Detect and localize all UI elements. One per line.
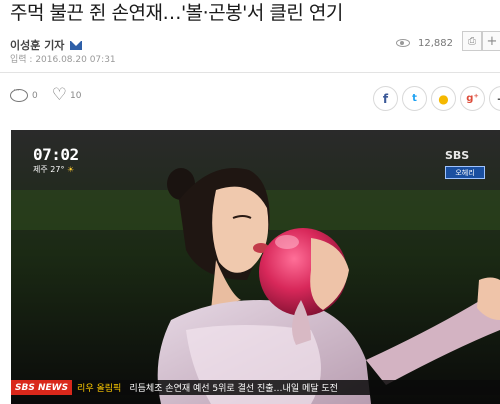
share-kakaostory-button[interactable]: ●: [431, 86, 456, 111]
more-icon: +: [496, 92, 500, 106]
news-ticker: SBS NEWS 리우 올림픽 리듬체조 손연재 예선 5위로 결선 진출…내일…: [11, 380, 500, 395]
comment-count[interactable]: 0: [32, 91, 38, 101]
video-player[interactable]: 07:02 제주 27° ☀ SBS 오헤리 SBS NEWS 리우 올림픽 리…: [11, 130, 500, 404]
video-frame-image: [11, 130, 500, 404]
view-count: 12,882: [396, 36, 453, 50]
broadcast-clock: 07:02: [33, 145, 79, 164]
weather-readout: 제주 27° ☀: [33, 164, 74, 175]
kakao-icon: ●: [438, 91, 449, 106]
twitter-icon: t: [412, 93, 417, 104]
sbs-logo: SBS: [445, 149, 470, 162]
print-button[interactable]: ⎙: [462, 31, 482, 51]
mail-icon[interactable]: [70, 40, 83, 50]
reaction-bar: 0 ♡ 10: [10, 86, 81, 104]
publish-date: 입력 : 2016.08.20 07:31: [10, 55, 116, 65]
weather-text: 제주 27°: [33, 165, 65, 174]
byline: 이성훈 기자: [10, 37, 83, 53]
like-count[interactable]: 10: [70, 91, 81, 101]
share-twitter-button[interactable]: t: [402, 86, 427, 111]
share-google-button[interactable]: g⁺: [460, 86, 485, 111]
divider: [0, 72, 500, 73]
plus-icon: +: [486, 33, 498, 49]
reporter-name[interactable]: 이성훈 기자: [10, 37, 64, 53]
reporter-tag: 오헤리: [445, 166, 485, 179]
heart-icon[interactable]: ♡: [52, 87, 67, 104]
ticker-headline: 리듬체조 손연재 예선 5위로 결선 진출…내일 메달 도전: [129, 384, 338, 394]
eye-icon: [396, 39, 410, 47]
google-plus-icon: g⁺: [466, 93, 479, 104]
sbs-news-brand: SBS NEWS: [11, 380, 73, 395]
comment-icon[interactable]: [10, 86, 28, 102]
share-more-button[interactable]: +: [489, 86, 500, 111]
font-size-button[interactable]: +: [482, 31, 500, 51]
share-facebook-button[interactable]: f: [373, 86, 398, 111]
view-count-value: 12,882: [418, 37, 453, 49]
sun-icon: ☀: [67, 165, 75, 174]
print-icon: ⎙: [468, 35, 476, 47]
article-headline: 주먹 불끈 쥔 손연재…'볼·곤봉'서 클린 연기: [10, 2, 343, 24]
ticker-category: 리우 올림픽: [77, 384, 122, 394]
facebook-icon: f: [382, 91, 389, 106]
